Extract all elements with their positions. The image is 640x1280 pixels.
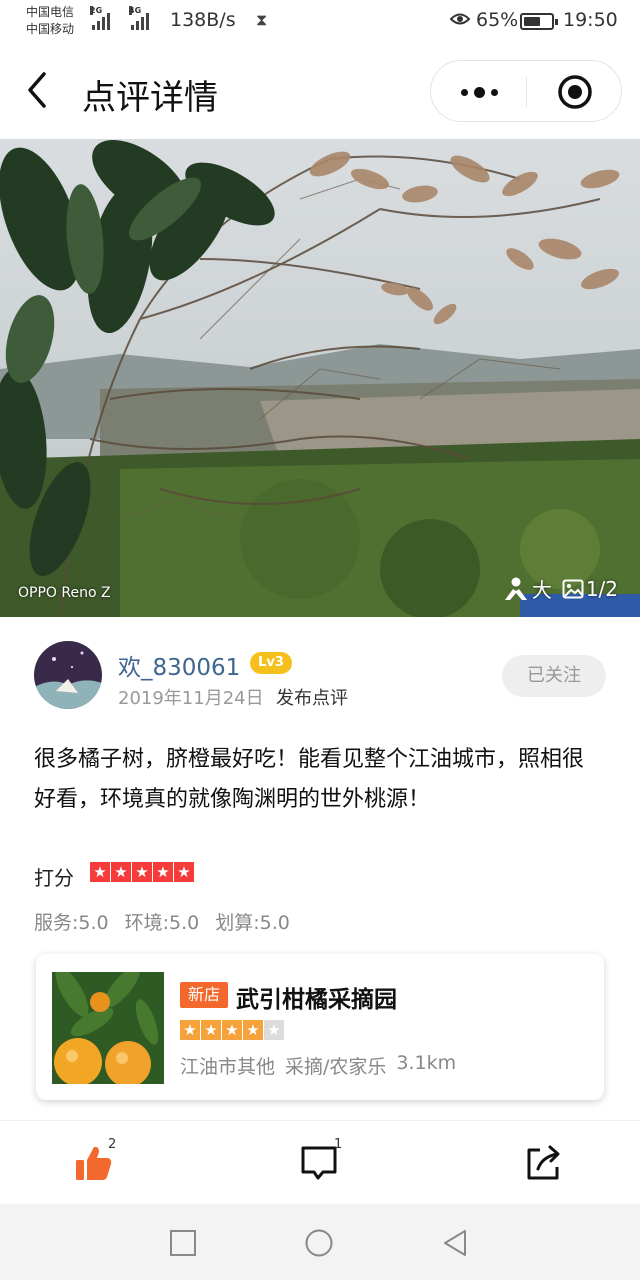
hourglass-icon: ⧗ xyxy=(256,10,268,29)
back-arrow-icon[interactable] xyxy=(22,70,56,110)
photo-tools: 大 1/2 xyxy=(502,574,618,603)
level-badge: Lv3 xyxy=(250,652,292,674)
star-icon: ★ xyxy=(243,1020,263,1040)
like-count: 2 xyxy=(108,1137,117,1152)
capsule-divider xyxy=(526,77,527,107)
clock: 19:50 xyxy=(563,9,618,31)
battery-icon xyxy=(520,13,558,30)
shop-thumbnail xyxy=(52,972,164,1084)
enlarge-label: 大 xyxy=(531,578,552,602)
comment-count: 1 xyxy=(334,1137,343,1152)
comment-button[interactable]: 1 xyxy=(300,1137,344,1187)
avatar[interactable] xyxy=(34,641,102,709)
avatar-image xyxy=(34,641,102,709)
follow-button[interactable]: 已关注 xyxy=(502,655,606,697)
status-bar: 中国电信 中国移动 2G 4G 138B/s ⧗ 65% 19:50 xyxy=(0,0,640,44)
miniprogram-capsule xyxy=(430,60,622,122)
score-label: 打分 xyxy=(34,866,74,890)
signal-1-tag: 2G xyxy=(90,6,103,15)
star-icon: ★ xyxy=(201,1020,221,1040)
close-target-icon[interactable] xyxy=(557,74,593,110)
signal-2-tag: 4G xyxy=(129,6,142,15)
sub-score-value: 划算:5.0 xyxy=(215,912,290,934)
image-icon xyxy=(562,579,584,598)
home-icon[interactable] xyxy=(304,1228,334,1258)
star-icon: ★ xyxy=(174,862,194,882)
sub-score-environment: 环境:5.0 xyxy=(124,912,200,934)
battery-percent: 65% xyxy=(476,9,519,31)
system-nav-bar xyxy=(0,1204,640,1280)
comment-icon xyxy=(301,1146,337,1180)
gallery-button[interactable]: 1/2 xyxy=(562,577,618,601)
shop-category: 采摘/农家乐 xyxy=(285,1056,387,1078)
photo-watermark: OPPO Reno Z xyxy=(18,585,111,601)
action-bar: 2 1 xyxy=(0,1120,640,1204)
photo-counter: 1/2 xyxy=(585,576,618,601)
like-button[interactable]: 2 xyxy=(74,1137,118,1187)
eye-icon xyxy=(450,13,470,25)
star-icon: ★ xyxy=(90,862,110,882)
share-icon xyxy=(527,1145,560,1180)
sub-scores: 服务:5.0 环境:5.0 划算:5.0 xyxy=(34,908,290,935)
nav-bar: 点评详情 xyxy=(0,44,640,139)
star-icon: ★ xyxy=(264,1020,284,1040)
review-text: 很多橘子树，脐橙最好吃！能看见整个江油城市，照相很好看，环境真的就像陶渊明的世外… xyxy=(34,747,585,812)
star-icon: ★ xyxy=(153,862,173,882)
star-icon: ★ xyxy=(132,862,152,882)
shop-distance: 3.1km xyxy=(396,1052,457,1074)
shop-card[interactable]: 新店 武引柑橘采摘园 ★ ★ ★ ★ ★ 江油市其他 采摘/农家乐 3.1km xyxy=(36,954,604,1100)
shop-meta: 江油市其他 采摘/农家乐 3.1km xyxy=(180,1052,456,1079)
shop-name: 武引柑橘采摘园 xyxy=(236,987,397,1013)
username[interactable]: 欢_830061 xyxy=(118,648,240,682)
carrier-1: 中国电信 xyxy=(26,5,75,19)
share-button[interactable] xyxy=(524,1143,568,1187)
shop-rating-stars: ★ ★ ★ ★ ★ xyxy=(180,1020,284,1040)
review-photo[interactable]: OPPO Reno Z 大 1/2 xyxy=(0,139,640,617)
shop-area: 江油市其他 xyxy=(180,1056,276,1078)
more-icon[interactable] xyxy=(455,81,503,103)
star-icon: ★ xyxy=(222,1020,242,1040)
star-icon: ★ xyxy=(111,862,131,882)
star-icon: ★ xyxy=(180,1020,200,1040)
page-title: 点评详情 xyxy=(82,78,218,118)
review-rating-stars: ★ ★ ★ ★ ★ xyxy=(90,862,194,882)
signal-2-icon: 4G xyxy=(129,6,149,30)
carrier-2: 中国移动 xyxy=(26,22,75,36)
net-speed: 138B/s xyxy=(170,9,236,31)
post-date: 2019年11月24日 xyxy=(118,688,264,709)
back-icon[interactable] xyxy=(440,1228,470,1258)
person-icon xyxy=(504,577,527,600)
oranges-image xyxy=(52,972,164,1084)
recent-apps-icon[interactable] xyxy=(168,1228,198,1258)
carrier-names: 中国电信 中国移动 xyxy=(26,4,74,38)
post-action: 发布点评 xyxy=(276,688,348,709)
new-shop-badge: 新店 xyxy=(180,982,228,1008)
signal-1-icon: 2G xyxy=(90,6,110,30)
sub-score-service: 服务:5.0 xyxy=(34,912,109,934)
landscape-image xyxy=(0,139,640,617)
enlarge-button[interactable]: 大 xyxy=(502,574,552,603)
